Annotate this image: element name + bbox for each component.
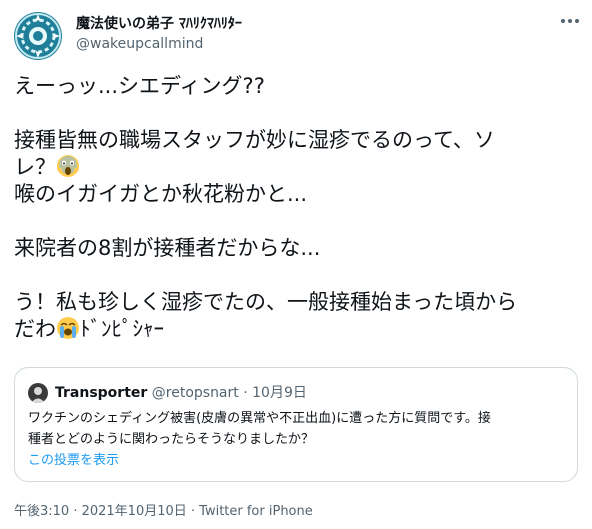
- tweet-line-suffix: ﾄﾞﾝﾋﾟｼｬｰ: [80, 317, 164, 341]
- show-poll-link[interactable]: この投票を表示: [28, 451, 119, 471]
- quote-line: ワクチンのシェディング被害(皮膚の異常や不正出血)に遭った方に質問です。接: [28, 411, 491, 426]
- tweet-line: 来院者の8割が接種者だからな...: [14, 236, 321, 260]
- tweet-text: えーっッ...シエディング?? 接種皆無の職場スタッフが妙に湿疹でるのって、ソ …: [14, 73, 582, 343]
- screaming-face-emoji-icon: [57, 155, 79, 177]
- quote-avatar: [28, 383, 48, 403]
- crying-face-emoji-icon: [57, 317, 79, 339]
- quote-date: 10月9日: [252, 385, 307, 401]
- tweet-line-text: レ？: [14, 155, 56, 179]
- tweet-line-text: だわ: [14, 317, 56, 341]
- quote-author-handle: @retopsnart: [151, 385, 239, 401]
- display-name[interactable]: 魔法使いの弟子 ﾏﾊﾘｸﾏﾊﾘﾀｰ: [76, 13, 242, 33]
- quote-author-name: Transporter: [55, 385, 148, 401]
- tweet-line: う！私も珍しく湿疹でたの、一般接種始まった頃から: [14, 290, 518, 314]
- tweet-line: 喉のイガイガとか秋花粉かと...: [14, 182, 308, 206]
- person-silhouette-icon: [28, 383, 48, 403]
- quote-header: Transporter @retopsnart · 10月9日: [55, 383, 307, 403]
- quote-separator: ·: [243, 385, 248, 401]
- quote-line: 種者とどのように関わったらそうなりましたか？: [28, 432, 315, 447]
- quoted-tweet[interactable]: Transporter @retopsnart · 10月9日 ワクチンのシェデ…: [14, 367, 578, 482]
- tweet-line: えーっッ...シエディング??: [14, 74, 265, 98]
- tweet-line: だわ ﾄﾞﾝﾋﾟｼｬｰ: [14, 316, 582, 343]
- user-handle[interactable]: @wakeupcallmind: [76, 36, 203, 52]
- tweet-timestamp[interactable]: 午後3:10 · 2021年10月10日 · Twitter for iPhon…: [14, 500, 313, 519]
- tweet-line-gap: [14, 100, 582, 127]
- tweet-line: レ？: [14, 154, 582, 181]
- tweet-line-gap: [14, 262, 582, 289]
- quote-body: ワクチンのシェディング被害(皮膚の異常や不正出血)に遭った方に質問です。接 種者…: [28, 408, 568, 450]
- tweet-line: 接種皆無の職場スタッフが妙に湿疹でるのって、ソ: [14, 128, 495, 152]
- avatar[interactable]: [14, 12, 62, 60]
- tweet-line-gap: [14, 208, 582, 235]
- patterned-avatar-icon: [14, 12, 62, 60]
- more-options-icon[interactable]: [558, 14, 582, 28]
